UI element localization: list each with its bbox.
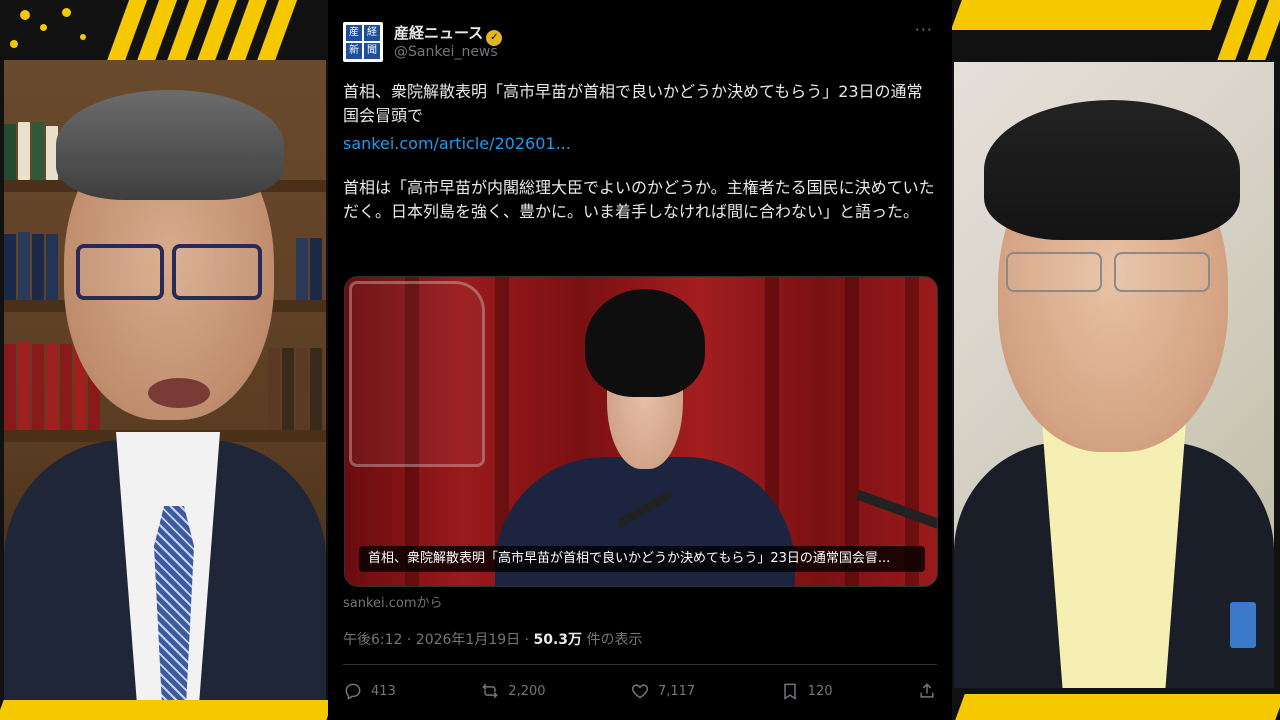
tweet-header: 産 経 新 聞 産経ニュース ✓ @Sankei_news ··· [343,20,937,64]
avatar-char: 産 [346,25,362,41]
view-count: 50.3万 [533,632,583,648]
bookmark-count: 120 [807,683,833,699]
photo-speaker-hair [585,289,705,397]
like-button[interactable]: 7,117 [630,681,695,701]
tweet-text-paragraph-2: 首相は「高市早苗が内閣総理大臣でよいのかどうか。主権者たる国民に決めていただく。… [343,178,935,221]
share-button[interactable] [917,681,937,701]
teleprompter-glass [349,281,485,467]
speaker-mouth [148,378,210,408]
avatar-char: 聞 [364,43,380,59]
tweet-body: 首相、衆院解散表明「高市早苗が首相で良いかどうか決めてもらう」23日の通常国会冒… [343,80,937,244]
heart-icon [631,684,649,699]
tweet-timestamp[interactable]: 午後6:12 · 2026年1月19日 · [343,632,534,648]
display-name-row[interactable]: 産経ニュース ✓ [394,22,503,46]
link-card-image[interactable]: 首相、衆院解散表明「高市早苗が首相で良いかどうか決めてもらう」23日の通常国会冒… [344,276,938,587]
guest-glasses-right [1114,252,1210,292]
share-icon [920,683,934,698]
account-handle[interactable]: @Sankei_news [394,44,498,60]
link-source[interactable]: sankei.comから [343,592,443,611]
reply-count: 413 [371,683,396,699]
reply-button[interactable]: 413 [343,681,396,701]
like-count: 7,117 [657,683,696,699]
tweet-meta: 午後6:12 · 2026年1月19日 · 50.3万 件の表示 [343,629,643,649]
tweet-text-paragraph-1: 首相、衆院解散表明「高市早苗が首相で良いかどうか決めてもらう」23日の通常国会冒… [343,80,937,156]
right-video-feed [954,62,1274,688]
tweet-card: 産 経 新 聞 産経ニュース ✓ @Sankei_news ··· 首相、衆院解散… [328,0,952,720]
guest-badge [1230,602,1256,648]
link-card-title[interactable]: 首相、衆院解散表明「高市早苗が首相で良いかどうか決めてもらう」23日の通常国会冒… [359,546,925,572]
speaker-glasses-right [172,244,262,300]
bookmark-button[interactable]: 120 [780,681,833,701]
bookmark-icon [783,683,796,700]
article-link[interactable]: sankei.com/article/202601... [343,132,937,156]
photo-microphone-right [856,489,937,531]
divider [343,664,937,665]
tweet-headline: 首相、衆院解散表明「高市早苗が首相で良いかどうか決めてもらう」23日の通常国会冒… [343,82,923,125]
more-options-icon[interactable]: ··· [915,20,933,39]
guest-hair [984,100,1240,240]
repost-button[interactable]: 2,200 [480,681,546,701]
left-video-feed [4,60,326,700]
reply-icon [345,683,361,700]
repost-count: 2,200 [508,683,546,699]
view-count-label: 件の表示 [582,632,643,648]
display-name[interactable]: 産経ニュース [394,24,483,42]
avatar-char: 経 [364,25,380,41]
account-avatar[interactable]: 産 経 新 聞 [343,22,383,62]
guest-glasses-left [1006,252,1102,292]
speaker-glasses-left [76,244,164,300]
speaker-hair [56,90,284,200]
avatar-char: 新 [346,43,362,59]
tweet-actions: 413 2,200 7,117 120 [343,676,937,706]
repost-icon [482,683,499,699]
